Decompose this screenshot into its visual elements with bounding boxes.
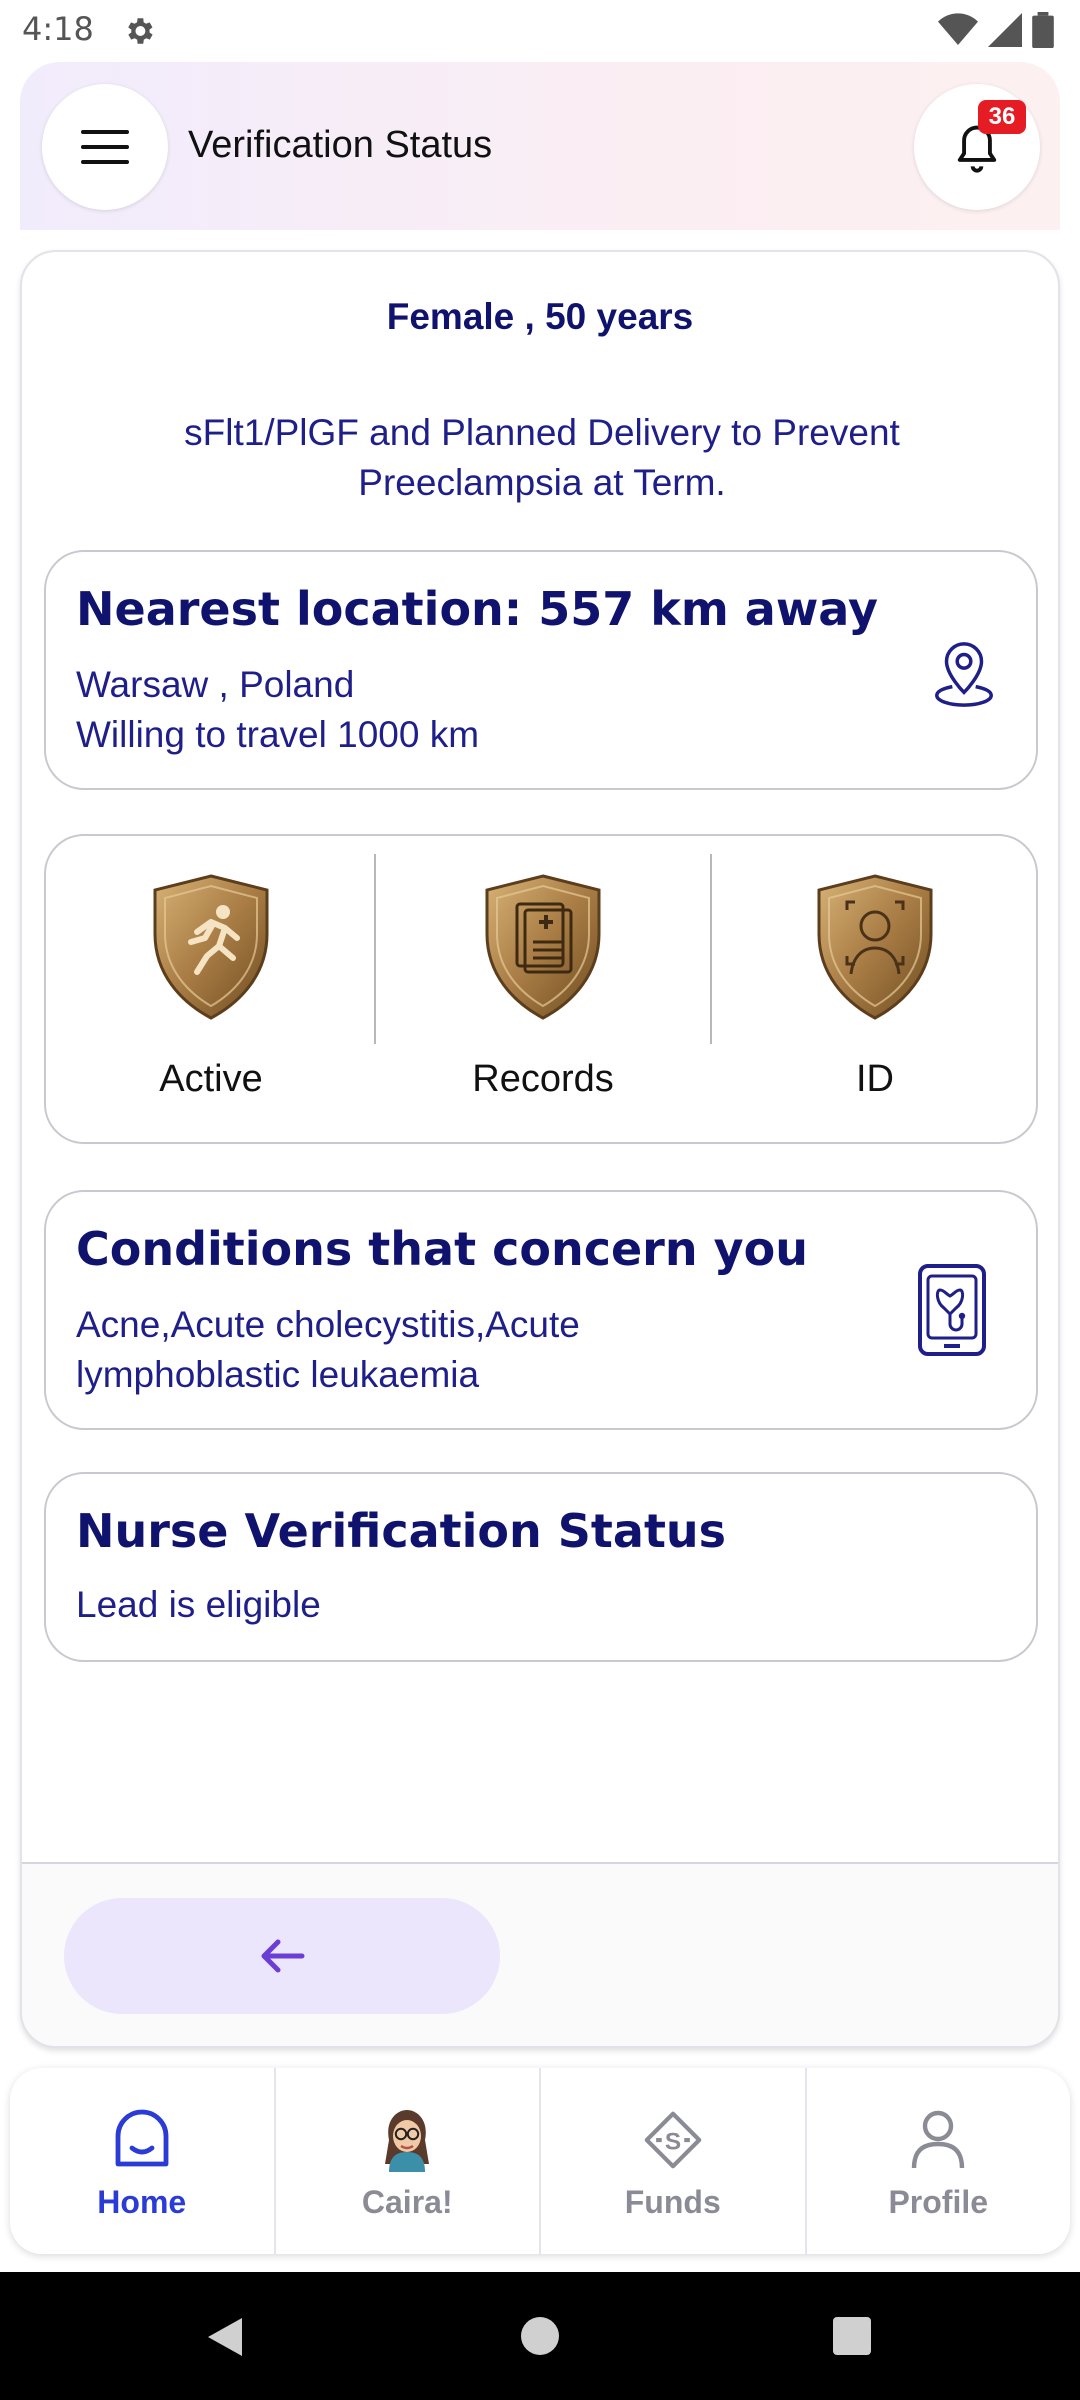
notification-count-badge: 36 (978, 100, 1026, 134)
menu-button[interactable] (42, 84, 168, 210)
phone-stethoscope-icon[interactable] (916, 1262, 988, 1358)
conditions-heading: Conditions that concern you (76, 1222, 808, 1276)
badge-label: ID (856, 1058, 894, 1100)
wifi-icon (938, 13, 978, 45)
profile-icon (912, 2110, 965, 2169)
badge-label: Active (159, 1058, 263, 1100)
status-time: 4:18 (22, 10, 94, 48)
conditions-box: Conditions that concern you Acne,Acute c… (44, 1190, 1038, 1430)
badge-label: Records (472, 1058, 614, 1100)
verification-card: Female , 50 years sFlt1/PlGF and Planned… (20, 250, 1060, 2048)
badge-records[interactable]: Records (378, 836, 708, 1142)
battery-icon (1032, 12, 1054, 48)
location-heading: Nearest location: 557 km away (76, 582, 878, 636)
funds-icon: S (644, 2111, 702, 2169)
badge-id[interactable]: ID (710, 836, 1040, 1142)
nurse-verification-box: Nurse Verification Status Lead is eligib… (44, 1472, 1038, 1662)
location-box: Nearest location: 557 km away Warsaw , P… (44, 550, 1038, 790)
nurse-heading: Nurse Verification Status (76, 1504, 727, 1558)
home-icon (115, 2109, 169, 2167)
nav-profile[interactable]: Profile (807, 2068, 1071, 2254)
bottom-navigation: Home Caira! S Funds Profile (10, 2068, 1070, 2254)
app-header: Verification Status 36 (20, 62, 1060, 230)
nav-funds[interactable]: S Funds (541, 2068, 807, 2254)
badge-active[interactable]: Active (46, 836, 376, 1142)
svg-text:S: S (665, 2128, 681, 2155)
nav-label: Caira! (361, 2184, 453, 2220)
system-back-icon[interactable] (204, 2316, 244, 2358)
nurse-status: Lead is eligible (76, 1584, 321, 1625)
location-city: Warsaw , Poland (76, 664, 355, 705)
arrow-left-icon (261, 1939, 305, 1973)
nav-label: Profile (888, 2184, 989, 2220)
verification-badges: Active Records ID (44, 834, 1038, 1144)
runner-shield-icon (153, 874, 269, 1020)
demographic-summary: Female , 50 years (386, 296, 694, 337)
badge-divider (374, 854, 376, 1044)
system-home-icon[interactable] (520, 2316, 560, 2356)
map-pin-icon[interactable] (932, 638, 996, 708)
cellular-signal-icon (988, 13, 1022, 47)
notifications-button[interactable]: 36 (914, 84, 1040, 210)
records-shield-icon (485, 874, 601, 1020)
id-shield-icon (817, 874, 933, 1020)
travel-distance: Willing to travel 1000 km (76, 714, 480, 755)
status-bar: 4:18 (0, 0, 1080, 62)
settings-gear-icon (128, 18, 153, 44)
system-recents-icon[interactable] (832, 2316, 872, 2356)
back-button[interactable] (64, 1898, 500, 2014)
caira-avatar-icon (385, 2110, 430, 2172)
nav-home[interactable]: Home (10, 2068, 276, 2254)
system-navigation-bar (0, 2272, 1080, 2400)
nav-label: Funds (624, 2184, 721, 2220)
page-title: Verification Status (188, 124, 493, 166)
study-title: sFlt1/PlGF and Planned Delivery to Preve… (184, 412, 900, 503)
hamburger-menu-icon (81, 130, 129, 164)
nav-label: Home (97, 2184, 187, 2220)
nav-caira[interactable]: Caira! (276, 2068, 541, 2254)
conditions-list: Acne,Acute cholecystitis,Acute lymphobla… (76, 1304, 580, 1395)
